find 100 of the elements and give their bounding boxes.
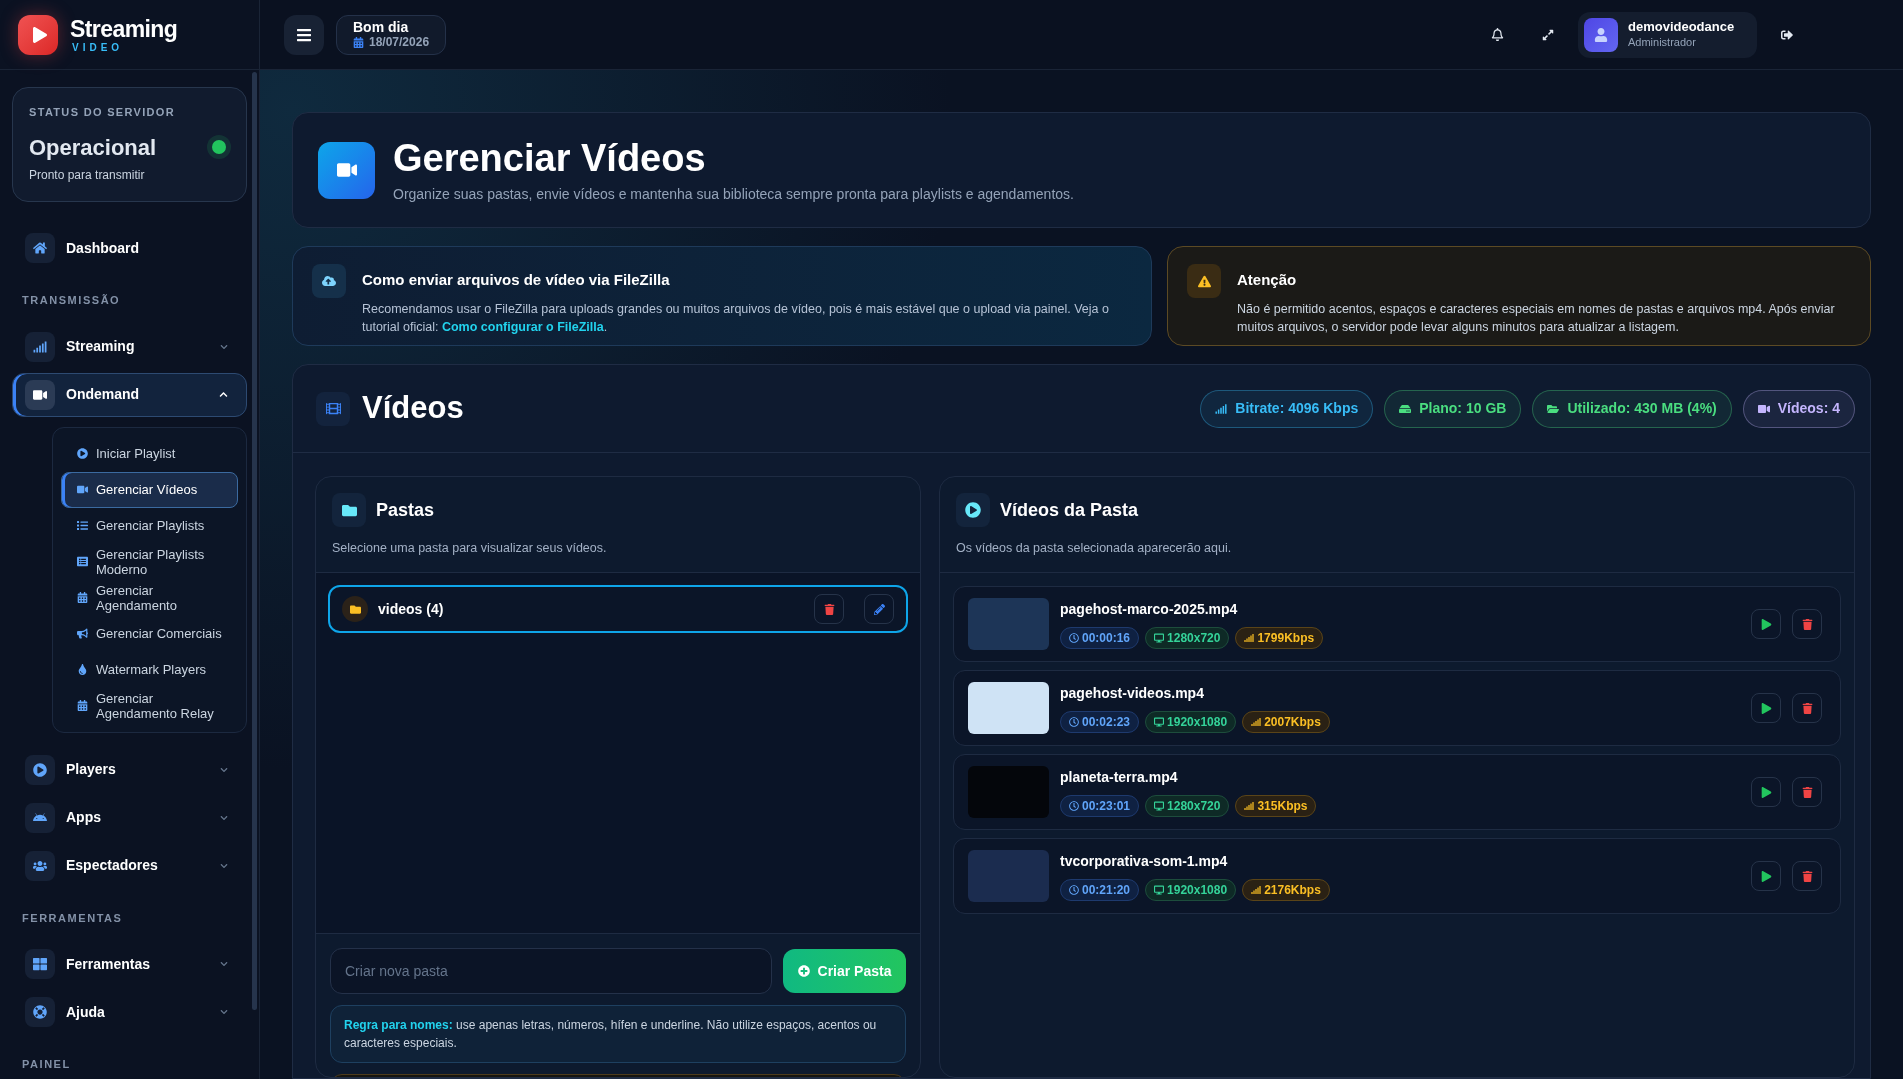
nav-item[interactable]: Dashboard	[12, 226, 247, 270]
resolution-text: 1280x720	[1167, 630, 1221, 647]
play-icon	[1760, 702, 1772, 714]
status-value: Operacional	[29, 133, 157, 162]
nav-item[interactable]: Players	[12, 747, 247, 792]
clock-icon	[1069, 885, 1079, 895]
submenu-item[interactable]: Iniciar Playlist	[61, 435, 238, 472]
video-camera-icon	[25, 379, 55, 410]
notice-text: Recomendamos usar o FileZilla para uploads grandes ou muitos arquivos de vídeo, pois é mais estável que o upload via painel. Veja o tutorial oficial: Como configurar o FileZilla.	[362, 300, 1110, 336]
user-menu-button[interactable]: demovideodance Administrador	[1578, 11, 1757, 58]
video-filename: pagehost-marco-2025.mp4	[1060, 600, 1239, 619]
megaphone-icon	[77, 628, 88, 639]
submenu-item[interactable]: Watermark Players	[61, 651, 238, 688]
nav-item[interactable]: Streaming	[12, 324, 247, 369]
calendar-icon	[353, 37, 364, 48]
calendar-icon	[77, 700, 88, 711]
edit-button[interactable]	[864, 594, 894, 624]
folder-icon	[342, 596, 368, 622]
nav-item[interactable]: Espectadores	[12, 843, 247, 888]
lifebuoy-icon	[25, 997, 55, 1027]
monitor-icon	[1154, 717, 1165, 727]
play-icon	[1760, 618, 1772, 630]
home-icon	[25, 233, 55, 263]
play-button[interactable]	[1751, 609, 1781, 639]
play-logo-icon	[18, 14, 58, 55]
submenu-item[interactable]: Gerenciar Comerciais	[61, 615, 238, 652]
calendar-icon	[77, 592, 88, 603]
play-icon	[1760, 786, 1772, 798]
section-title: Vídeos	[362, 389, 464, 428]
nav-item[interactable]: Ondemand	[12, 372, 247, 417]
trash-icon	[823, 603, 835, 615]
clock-icon	[1069, 801, 1079, 811]
hard-drive-icon	[1399, 402, 1412, 415]
delete-button[interactable]	[1792, 861, 1822, 891]
panel-title: Pastas	[376, 498, 435, 522]
notice-title: Como enviar arquivos de vídeo via FileZilla	[362, 270, 671, 290]
sign-out-icon	[1781, 28, 1793, 41]
panel-title: Vídeos da Pasta	[1000, 498, 1139, 522]
tutorial-link[interactable]: Como configurar o FileZilla	[441, 319, 604, 334]
signal-bars-icon	[1215, 402, 1228, 415]
stat-text: Vídeos: 4	[1777, 399, 1840, 418]
nav-item[interactable]: Ajuda	[12, 990, 247, 1034]
submenu-item[interactable]: Gerenciar Agendamento Relay	[61, 687, 238, 724]
trash-icon	[1801, 702, 1813, 714]
signal-bars-icon	[1244, 801, 1255, 811]
monitor-icon	[1154, 885, 1165, 895]
pencil-icon	[873, 603, 885, 615]
folder-icon	[332, 493, 366, 527]
delete-button[interactable]	[1792, 693, 1822, 723]
trash-icon	[1801, 618, 1813, 630]
signal-bars-icon	[1251, 885, 1262, 895]
section-heading: TRANSMISSÃO	[21, 293, 122, 308]
menu-icon	[296, 26, 312, 43]
new-folder-field[interactable]: Criar nova pasta	[330, 948, 772, 994]
delete-button[interactable]	[1792, 777, 1822, 807]
avatar-icon	[1584, 17, 1618, 52]
stat-text: Bitrate: 4096 Kbps	[1235, 399, 1359, 418]
warning-icon	[1187, 264, 1221, 298]
play-icon	[1760, 870, 1772, 882]
list-icon	[77, 520, 88, 531]
submenu-item[interactable]: Gerenciar Agendamento	[61, 579, 238, 616]
menu-button[interactable]	[284, 14, 324, 55]
date-text: 18/07/2026	[369, 35, 430, 50]
scrollbar[interactable]	[252, 72, 257, 1010]
cloud-upload-icon	[312, 264, 346, 298]
folder-icon	[1547, 402, 1560, 415]
play-button[interactable]	[1751, 693, 1781, 723]
nav-item[interactable]: Apps	[12, 795, 247, 840]
brand-name: Streaming	[70, 15, 178, 42]
video-filename: tvcorporativa-som-1.mp4	[1060, 852, 1229, 871]
submenu-item[interactable]: Gerenciar Playlists Moderno	[61, 543, 238, 580]
delete-button[interactable]	[1792, 609, 1822, 639]
bitrate-text: 1799Kbps	[1257, 630, 1315, 647]
nav-item[interactable]: Ferramentas	[12, 942, 247, 986]
duration-text: 00:23:01	[1082, 798, 1131, 815]
page-subtitle: Organize suas pastas, envie vídeos e mantenha sua biblioteca sempre pronta para playlists e agendamentos.	[393, 184, 1074, 204]
notice-title: Atenção	[1237, 270, 1298, 290]
delete-button[interactable]	[814, 594, 844, 624]
play-button[interactable]	[1751, 777, 1781, 807]
clock-icon	[1069, 717, 1079, 727]
resolution-text: 1920x1080	[1167, 714, 1228, 731]
greeting-text: Bom dia	[353, 19, 410, 35]
duration-text: 00:02:23	[1082, 714, 1131, 731]
signal-bars-icon	[1251, 717, 1262, 727]
play-button[interactable]	[1751, 861, 1781, 891]
submenu-item[interactable]: Gerenciar Vídeos	[61, 471, 238, 508]
folder-item[interactable]: videos (4)	[328, 585, 908, 633]
users-icon	[25, 850, 55, 881]
signal-bars-icon	[1244, 633, 1255, 643]
droplet-icon	[77, 664, 88, 675]
naming-rule-note: Regra para nomes: use apenas letras, números, hífen e underline. Não utilize espaços, acentos ou caracteres especiais.	[330, 1005, 906, 1063]
section-heading: PAINEL	[21, 1057, 72, 1072]
panel-subtitle: Selecione uma pasta para visualizar seus vídeos.	[332, 540, 608, 557]
trash-icon	[1801, 870, 1813, 882]
bitrate-text: 315Kbps	[1257, 798, 1308, 815]
stat-text: Plano: 10 GB	[1419, 399, 1507, 418]
clock-icon	[1069, 633, 1079, 643]
panel-subtitle: Os vídeos da pasta selecionada aparecerão aqui.	[956, 540, 1233, 557]
page-title: Gerenciar Vídeos	[393, 135, 707, 180]
submenu-item[interactable]: Gerenciar Playlists	[61, 507, 238, 544]
